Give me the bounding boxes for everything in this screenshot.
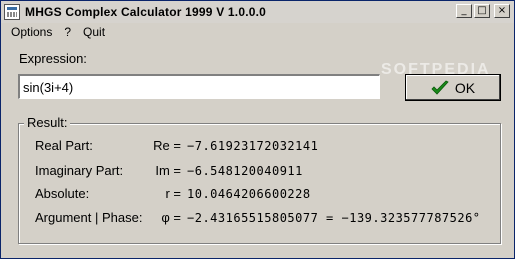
title-bar[interactable]: MHGS Complex Calculator 1999 V 1.0.0.0 _… bbox=[1, 1, 514, 23]
imaginary-part-label: Imaginary Part: bbox=[35, 163, 124, 178]
real-part-symbol: Re = bbox=[153, 138, 181, 153]
check-icon bbox=[431, 80, 449, 95]
calculator-icon bbox=[4, 4, 20, 20]
real-part-label: Real Part: bbox=[35, 138, 93, 153]
menu-quit[interactable]: Quit bbox=[77, 25, 111, 39]
minimize-button[interactable]: _ bbox=[456, 4, 472, 18]
result-row-real: Real Part: Re = −7.61923172032141 bbox=[35, 138, 318, 153]
ok-button[interactable]: OK bbox=[405, 74, 501, 101]
absolute-value: 10.0464206600228 bbox=[187, 187, 311, 201]
imaginary-part-value: −6.548120040911 bbox=[187, 164, 303, 178]
result-title: Result: bbox=[24, 115, 71, 130]
real-part-value: −7.61923172032141 bbox=[187, 139, 319, 153]
window-title: MHGS Complex Calculator 1999 V 1.0.0.0 bbox=[25, 5, 267, 19]
maximize-button[interactable]: □ bbox=[474, 4, 490, 18]
argument-symbol: φ = bbox=[161, 210, 181, 225]
result-row-imaginary: Imaginary Part: Im = −6.548120040911 bbox=[35, 163, 303, 178]
result-row-argument: Argument | Phase: φ = −2.43165515805077 … bbox=[35, 210, 481, 225]
menu-help[interactable]: ? bbox=[58, 25, 77, 39]
imaginary-part-symbol: Im = bbox=[155, 163, 181, 178]
menu-options[interactable]: Options bbox=[1, 25, 58, 39]
app-window: MHGS Complex Calculator 1999 V 1.0.0.0 _… bbox=[0, 0, 515, 259]
close-button[interactable]: × bbox=[494, 4, 510, 18]
absolute-symbol: r = bbox=[165, 186, 181, 201]
menu-bar: Options ? Quit bbox=[1, 23, 514, 41]
argument-value: −2.43165515805077 = −139.323577787526° bbox=[187, 211, 481, 225]
expression-label: Expression: bbox=[19, 51, 87, 66]
ok-button-label: OK bbox=[454, 79, 476, 96]
result-row-absolute: Absolute: r = 10.0464206600228 bbox=[35, 186, 311, 201]
absolute-label: Absolute: bbox=[35, 186, 90, 201]
expression-input[interactable] bbox=[18, 74, 380, 99]
argument-label: Argument | Phase: bbox=[35, 210, 143, 225]
window-controls: _ □ × bbox=[456, 4, 510, 18]
